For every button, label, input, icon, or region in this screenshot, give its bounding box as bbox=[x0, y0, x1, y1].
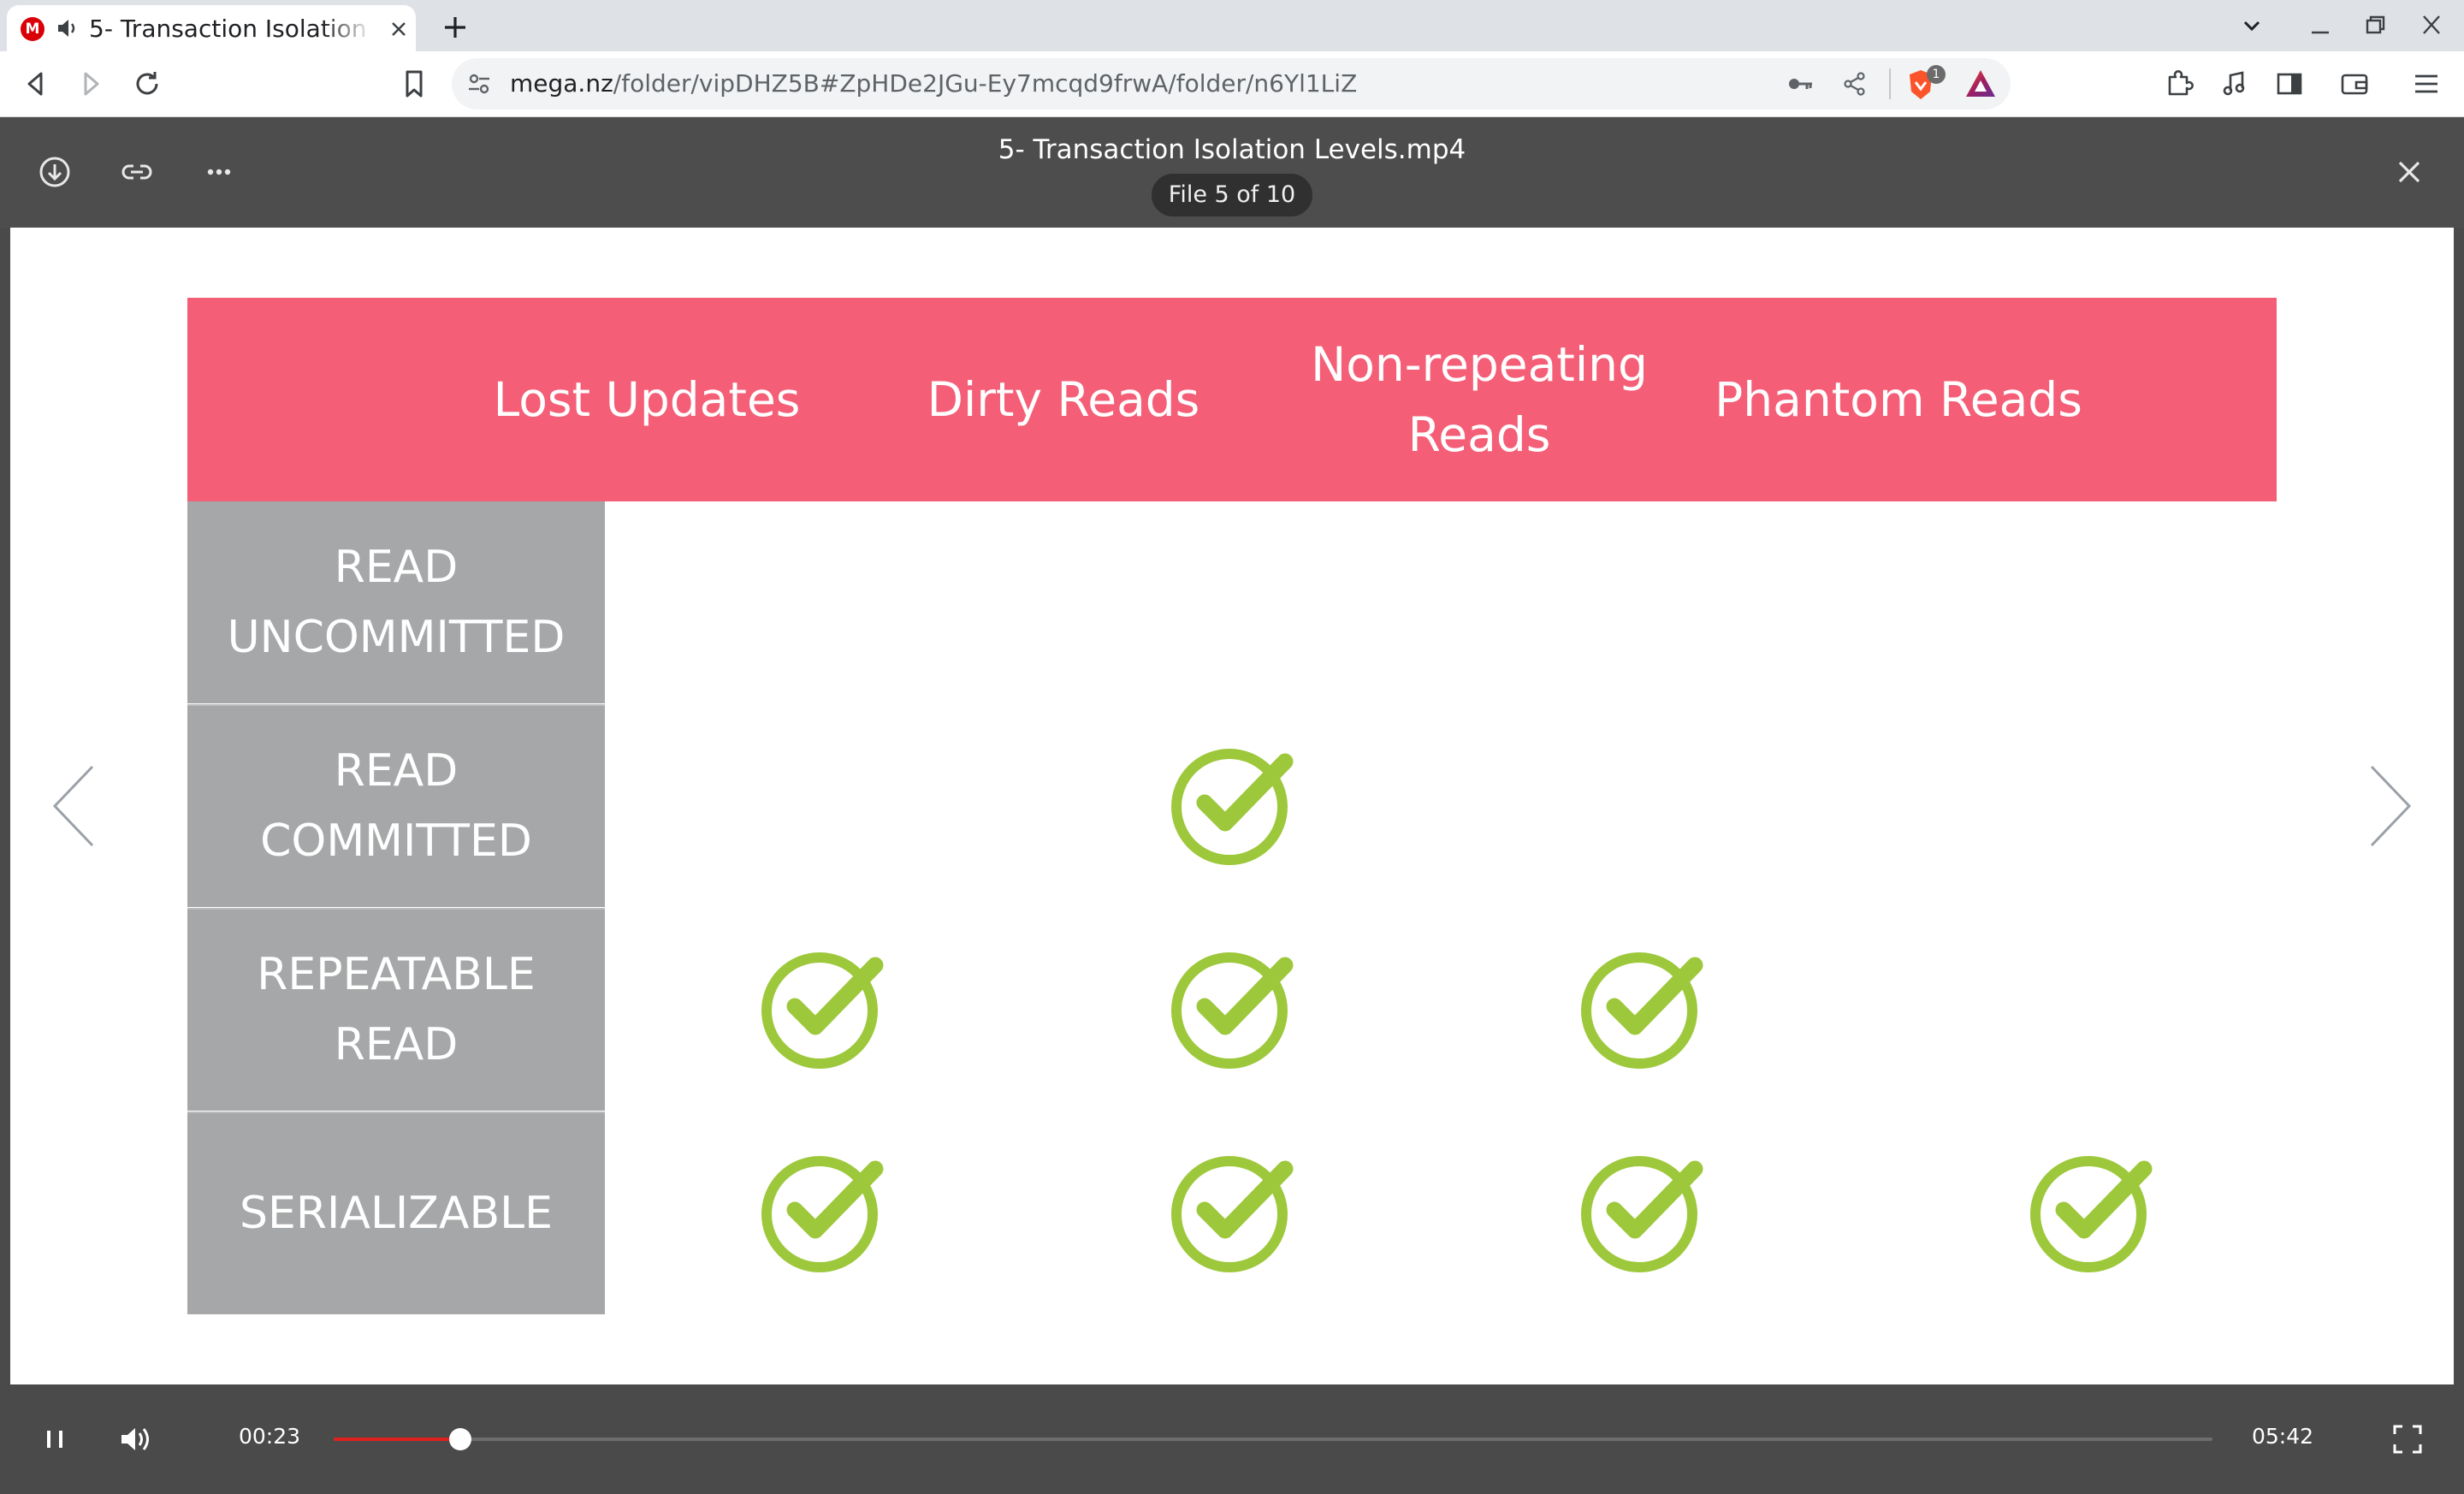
row-divider bbox=[187, 908, 605, 910]
back-icon[interactable] bbox=[17, 65, 55, 103]
column-header-2: Dirty Reads bbox=[850, 298, 1277, 501]
column-header-line: Phantom Reads bbox=[1715, 372, 2082, 427]
browser-toolbar: mega.nz/folder/vipDHZ5B#ZpHDe2JGu-Ey7mcq… bbox=[0, 51, 2464, 117]
checkmark-icon bbox=[761, 1156, 884, 1272]
pause-icon[interactable] bbox=[36, 1420, 74, 1458]
seek-thumb[interactable] bbox=[448, 1428, 471, 1450]
checkmark-icon bbox=[1581, 1156, 1703, 1272]
column-header-line: Non-repeating bbox=[1311, 337, 1648, 392]
media-icon[interactable] bbox=[2216, 65, 2254, 103]
tab-title: 5- Transaction Isolation Levels.mp4 bbox=[89, 15, 373, 43]
checkmark-icon bbox=[1171, 749, 1294, 865]
address-bar[interactable]: mega.nz/folder/vipDHZ5B#ZpHDe2JGu-Ey7mcq… bbox=[452, 58, 2011, 110]
url-text: mega.nz/folder/vipDHZ5B#ZpHDe2JGu-Ey7mcq… bbox=[510, 58, 1357, 110]
wallet-icon[interactable] bbox=[2336, 65, 2373, 103]
new-tab-plus-icon[interactable] bbox=[440, 12, 471, 43]
mega-favicon-icon: M bbox=[21, 17, 44, 41]
seek-bar-progress bbox=[334, 1438, 460, 1441]
column-header-line: Dirty Reads bbox=[927, 372, 1200, 427]
row-header-line: REPEATABLE bbox=[257, 949, 536, 1000]
column-header-1: Lost Updates bbox=[433, 298, 861, 501]
row-header-line: COMMITTED bbox=[260, 815, 532, 867]
next-arrow-icon[interactable] bbox=[2365, 762, 2416, 851]
row-header-line: READ bbox=[334, 1019, 459, 1070]
file-position-badge: File 5 of 10 bbox=[1152, 174, 1312, 216]
tab-close-icon[interactable] bbox=[388, 19, 409, 39]
minimize-icon[interactable] bbox=[2303, 10, 2337, 41]
checkmark-icon bbox=[1171, 952, 1294, 1069]
row-header-line: READ bbox=[334, 745, 459, 797]
checkmark-icon bbox=[1171, 1156, 1294, 1272]
bookmark-icon[interactable] bbox=[395, 65, 433, 103]
checkmark-icon bbox=[2030, 1156, 2153, 1272]
urlbar-divider bbox=[1889, 68, 1891, 99]
window-close-icon[interactable] bbox=[2414, 10, 2449, 41]
row-divider bbox=[187, 704, 605, 706]
brave-rewards-icon[interactable] bbox=[1964, 68, 1997, 99]
brave-shields-icon[interactable]: 1 bbox=[1906, 65, 1947, 103]
menu-icon[interactable] bbox=[2408, 65, 2445, 103]
restore-icon[interactable] bbox=[2358, 10, 2392, 41]
seek-bar[interactable] bbox=[334, 1428, 2212, 1450]
site-info-icon[interactable] bbox=[465, 70, 493, 98]
current-time: 00:23 bbox=[239, 1424, 301, 1449]
extensions-icon[interactable] bbox=[2159, 65, 2197, 103]
row-header-line: SERIALIZABLE bbox=[240, 1188, 553, 1239]
column-header-3: Non-repeating Reads bbox=[1265, 298, 1693, 501]
share-icon[interactable] bbox=[1841, 70, 1869, 98]
browser-tab[interactable]: M 5- Transaction Isolation Levels.mp4 bbox=[7, 5, 416, 51]
reload-icon[interactable] bbox=[128, 65, 166, 103]
fullscreen-icon[interactable] bbox=[2389, 1420, 2426, 1458]
close-viewer-icon[interactable] bbox=[2389, 151, 2430, 193]
url-path: /folder/vipDHZ5B#ZpHDe2JGu-Ey7mcqd9frwA/… bbox=[613, 69, 1358, 98]
tab-strip: M 5- Transaction Isolation Levels.mp4 bbox=[0, 0, 2464, 51]
file-name: 5- Transaction Isolation Levels.mp4 bbox=[998, 134, 1466, 165]
row-header-4: SERIALIZABLE bbox=[187, 1112, 605, 1314]
checkmark-icon bbox=[1581, 952, 1703, 1069]
player-controls: 00:23 05:42 bbox=[0, 1384, 2464, 1494]
row-header-1: READ UNCOMMITTED bbox=[187, 501, 605, 703]
tab-list-chevron-down-icon[interactable] bbox=[2238, 12, 2266, 39]
duration: 05:42 bbox=[2252, 1424, 2314, 1449]
column-header-line: Reads bbox=[1407, 407, 1551, 462]
volume-icon[interactable] bbox=[116, 1420, 154, 1458]
column-header-line: Lost Updates bbox=[493, 372, 801, 427]
audio-playing-icon[interactable] bbox=[56, 18, 82, 39]
prev-arrow-icon[interactable] bbox=[48, 762, 99, 851]
forward-icon[interactable] bbox=[72, 65, 110, 103]
checkmark-icon bbox=[761, 952, 884, 1069]
slide-header-row: Lost Updates Dirty Reads Non-repeating Read… bbox=[187, 298, 2277, 501]
row-divider bbox=[187, 1112, 605, 1113]
column-header-4: Phantom Reads bbox=[1685, 298, 2112, 501]
row-header-2: READ COMMITTED bbox=[187, 705, 605, 907]
key-icon[interactable] bbox=[1786, 70, 1814, 98]
shields-count-badge: 1 bbox=[1927, 65, 1946, 84]
row-header-line: UNCOMMITTED bbox=[227, 612, 566, 663]
viewer-header: 5- Transaction Isolation Levels.mp4 File… bbox=[0, 117, 2464, 228]
sidebar-icon[interactable] bbox=[2271, 65, 2308, 103]
url-host: mega.nz bbox=[510, 69, 613, 98]
row-header-line: READ bbox=[334, 542, 459, 593]
row-header-3: REPEATABLE READ bbox=[187, 909, 605, 1111]
video-frame[interactable]: Lost Updates Dirty Reads Non-repeating Read… bbox=[10, 228, 2454, 1384]
